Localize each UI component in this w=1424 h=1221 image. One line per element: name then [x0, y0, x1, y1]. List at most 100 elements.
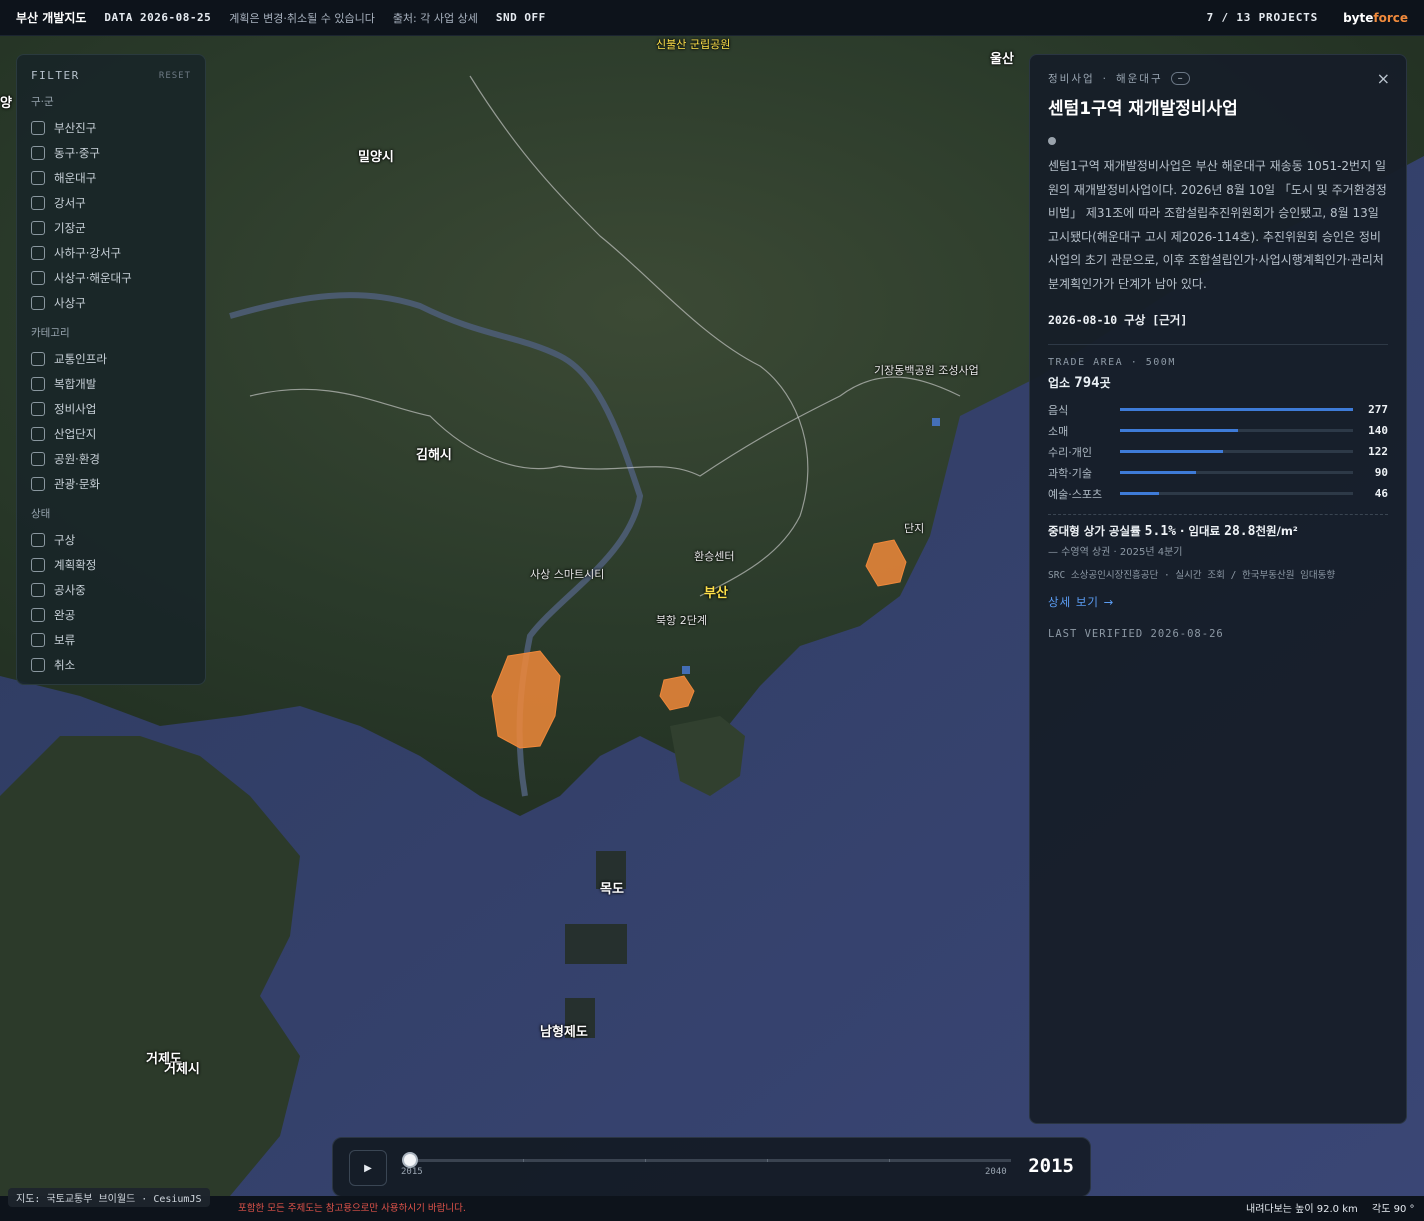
filter-option[interactable]: 동구·중구 [31, 140, 191, 165]
map-label-hwanseung: 환승센터 [694, 550, 735, 563]
filter-option[interactable]: 사상구·해운대구 [31, 265, 191, 290]
checkbox[interactable] [31, 170, 45, 185]
filter-option-label: 해운대구 [54, 170, 97, 185]
map-label-ulsan: 울산 [990, 52, 1014, 67]
divider [1048, 344, 1388, 345]
checkbox[interactable] [31, 401, 45, 416]
status-dot-icon [1048, 137, 1056, 145]
filter-option[interactable]: 교통인프라 [31, 346, 191, 371]
map-label-gimhae: 김해시 [416, 448, 452, 463]
checkbox[interactable] [31, 476, 45, 491]
top-bar: 부산 개발지도 DATA 2026-08-25 계획은 변경·취소될 수 있습니… [0, 0, 1424, 36]
change-notice: 계획은 변경·취소될 수 있습니다 [229, 11, 375, 25]
checkbox[interactable] [31, 120, 45, 135]
project-date-status[interactable]: 2026-08-10 구상 [근거] [1048, 312, 1388, 328]
filter-option[interactable]: 기장군 [31, 215, 191, 240]
play-button[interactable]: ▶ [349, 1150, 387, 1186]
filter-option-label: 완공 [54, 607, 76, 622]
marker-square[interactable] [932, 418, 940, 426]
filter-option[interactable]: 정비사업 [31, 396, 191, 421]
filter-option[interactable]: 취소 [31, 652, 191, 677]
checkbox[interactable] [31, 245, 45, 260]
vacancy-source: — 수영역 상권 · 2025년 4분기 [1048, 547, 1183, 558]
map-label-namhyeongje: 남형제도 [540, 1025, 588, 1040]
timeline-track[interactable] [409, 1159, 1011, 1162]
disclaimer: 포함한 모든 주제도는 참고용으로만 사용하시기 바랍니다. [238, 1203, 466, 1214]
filter-option[interactable]: 관광·문화 [31, 471, 191, 496]
rent-unit: 천원/m² [1255, 524, 1298, 538]
bar-fill [1120, 450, 1223, 453]
bar-label: 음식 [1048, 403, 1069, 417]
map-label-danji: 단지 [904, 522, 925, 535]
checkbox[interactable] [31, 632, 45, 647]
bar-fill [1120, 429, 1238, 432]
bar-fill [1120, 492, 1159, 495]
filter-option[interactable]: 산업단지 [31, 421, 191, 446]
filter-option-label: 사상구 [54, 295, 86, 310]
filter-option-label: 구상 [54, 532, 76, 547]
filter-option-label: 부산진구 [54, 120, 97, 135]
checkbox[interactable] [31, 351, 45, 366]
timeline-slider-handle[interactable] [402, 1152, 418, 1168]
map-credit[interactable]: 지도: 국토교통부 브이월드 · CesiumJS [8, 1188, 210, 1207]
filter-option-label: 기장군 [54, 220, 86, 235]
filter-option[interactable]: 구상 [31, 527, 191, 552]
filter-reset-button[interactable]: RESET [159, 71, 191, 81]
geoje-island [0, 736, 300, 1196]
checkbox[interactable] [31, 270, 45, 285]
filter-option[interactable]: 사상구 [31, 290, 191, 315]
checkbox[interactable] [31, 376, 45, 391]
filter-option[interactable]: 보류 [31, 627, 191, 652]
bar-row: 과학·기술 90 [1048, 462, 1388, 483]
filter-option-label: 공원·환경 [54, 451, 100, 466]
filter-option[interactable]: 사하구·강서구 [31, 240, 191, 265]
filter-option[interactable]: 해운대구 [31, 165, 191, 190]
checkbox[interactable] [31, 145, 45, 160]
filter-section-spacer [31, 677, 191, 683]
timeline-control: ▶ 2015 2040 2015 [332, 1137, 1091, 1197]
checkbox[interactable] [31, 451, 45, 466]
checkbox[interactable] [31, 557, 45, 572]
checkbox[interactable] [31, 295, 45, 310]
island-block [565, 924, 627, 964]
map-label-miryang: 밀양시 [358, 150, 394, 165]
view-details-link[interactable]: 상세 보기 → [1048, 594, 1388, 610]
checkbox[interactable] [31, 657, 45, 672]
bar-track [1120, 471, 1353, 474]
marker-square[interactable] [682, 666, 690, 674]
filter-option[interactable]: 계획확정 [31, 552, 191, 577]
checkbox[interactable] [31, 220, 45, 235]
app-title: 부산 개발지도 [16, 11, 87, 25]
status-bar: 지도: 국토교통부 브이월드 · CesiumJS 포함한 모든 주제도는 참고… [0, 1188, 1424, 1221]
brand-text-a: byte [1343, 10, 1374, 25]
checkbox[interactable] [31, 195, 45, 210]
bar-row: 음식 277 [1048, 399, 1388, 420]
filter-option[interactable]: 공사중 [31, 577, 191, 602]
filter-sections: 구·군 부산진구 동구·중구 해운대구 강서구 기장군 사하구·강서구 사상구·해운대구 사상구… [31, 94, 191, 683]
rent-prefix: · 임대료 [1180, 524, 1221, 538]
sound-toggle[interactable]: SND OFF [496, 11, 546, 24]
business-count-suffix: 곳 [1099, 376, 1111, 390]
bar-row: 수리·개인 122 [1048, 441, 1388, 462]
map-label-sinbulsan: 신불산 군립공원 [656, 38, 731, 51]
close-icon[interactable]: × [1377, 69, 1390, 88]
filter-option[interactable]: 공원·환경 [31, 446, 191, 471]
status-badge: – [1170, 72, 1190, 85]
bar-value: 90 [1374, 466, 1388, 479]
camera-height: 내려다보는 높이 92.0 km [1246, 1204, 1358, 1215]
data-date: DATA 2026-08-25 [104, 11, 212, 24]
project-title: 센텀1구역 재개발정비사업 [1048, 99, 1238, 119]
bar-track [1120, 408, 1353, 411]
filter-option[interactable]: 완공 [31, 602, 191, 627]
filter-option[interactable]: 부산진구 [31, 115, 191, 140]
project-detail-panel: 정비사업 · 해운대구 – × 센텀1구역 재개발정비사업 센텀1구역 재개발정… [1029, 54, 1407, 1124]
checkbox[interactable] [31, 532, 45, 547]
filter-section-label: 카테고리 [31, 327, 70, 339]
checkbox[interactable] [31, 426, 45, 441]
checkbox[interactable] [31, 582, 45, 597]
filter-option[interactable]: 강서구 [31, 190, 191, 215]
bar-track [1120, 429, 1353, 432]
checkbox[interactable] [31, 607, 45, 622]
filter-option[interactable]: 복합개발 [31, 371, 191, 396]
vacancy-summary: 중대형 상가 공실률 5.1% · 임대료 28.8천원/m² [1048, 523, 1388, 539]
